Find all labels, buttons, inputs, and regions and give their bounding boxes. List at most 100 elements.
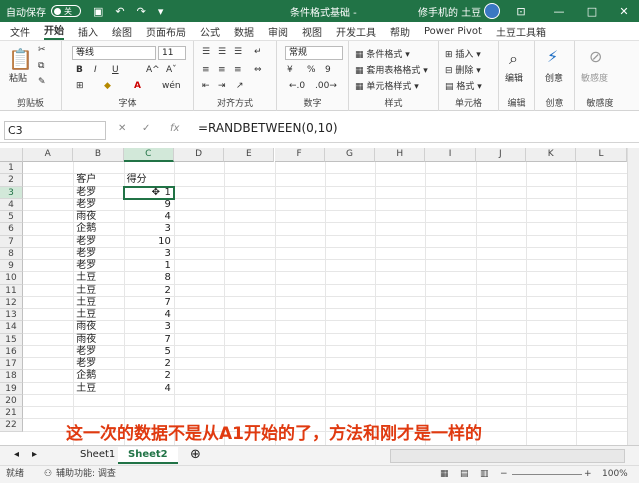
search-icon[interactable]: ⌕ <box>509 49 518 69</box>
orientation-icon[interactable]: ↗ <box>236 81 244 91</box>
tab-data[interactable]: 数据 <box>234 24 254 39</box>
name-box[interactable]: C3 <box>4 121 106 140</box>
score-cell[interactable]: 2 <box>124 285 171 297</box>
cancel-icon[interactable]: ✕ <box>118 123 126 134</box>
redo-icon[interactable]: ↷ <box>137 5 146 18</box>
currency-button[interactable]: ¥ <box>287 65 293 75</box>
align-top-icon[interactable]: ☰ <box>202 47 210 57</box>
page-break-view-icon[interactable]: ▥ <box>480 466 489 482</box>
wrap-text-icon[interactable]: ↵ <box>254 47 262 57</box>
row-header-16[interactable]: 16 <box>0 345 23 358</box>
increase-decimal-icon[interactable]: ←.0 <box>289 81 305 91</box>
zoom-slider[interactable] <box>512 474 582 475</box>
align-left-icon[interactable]: ≡ <box>202 65 210 75</box>
customer-cell[interactable]: 老罗 <box>76 236 96 248</box>
column-header-l[interactable]: L <box>576 148 627 162</box>
customer-cell[interactable]: 老罗 <box>76 260 96 272</box>
row-header-8[interactable]: 8 <box>0 247 23 260</box>
row-header-11[interactable]: 11 <box>0 284 23 297</box>
editing-button[interactable]: 编辑 <box>505 71 523 84</box>
underline-button[interactable]: U <box>112 65 119 75</box>
row-header-14[interactable]: 14 <box>0 321 23 334</box>
customer-cell[interactable]: 老罗 <box>76 199 96 211</box>
row-header-21[interactable]: 21 <box>0 407 23 420</box>
tab-file[interactable]: 文件 <box>10 24 30 39</box>
header-cell-customer[interactable]: 客户 <box>76 174 96 186</box>
paste-button[interactable]: 粘贴 <box>9 71 27 84</box>
row-header-13[interactable]: 13 <box>0 309 23 322</box>
row-header-15[interactable]: 15 <box>0 333 23 346</box>
percent-button[interactable]: % <box>307 65 316 75</box>
column-header-h[interactable]: H <box>375 148 426 162</box>
zoom-out-icon[interactable]: − <box>500 466 508 482</box>
phonetic-button[interactable]: wén <box>162 81 181 91</box>
column-header-a[interactable]: A <box>23 148 74 162</box>
font-size-select[interactable]: 11 <box>158 46 186 60</box>
customer-cell[interactable]: 企鹅 <box>76 370 96 382</box>
row-header-5[interactable]: 5 <box>0 211 23 224</box>
conditional-formatting-button[interactable]: ▦ 条件格式 ▾ <box>355 47 410 60</box>
format-cells-button[interactable]: ▤ 格式 ▾ <box>445 79 482 92</box>
lightning-icon[interactable]: ⚡ <box>547 47 558 66</box>
ribbon-display-icon[interactable]: ⊡ <box>507 0 535 22</box>
close-button[interactable]: ✕ <box>610 0 638 22</box>
undo-icon[interactable]: ↶ <box>115 5 124 18</box>
accessibility-status[interactable]: 辅助功能: 调查 <box>56 466 116 482</box>
add-sheet-button[interactable]: ⊕ <box>180 447 211 464</box>
score-cell[interactable]: 9 <box>124 199 171 211</box>
bold-button[interactable]: B <box>76 65 83 75</box>
score-cell[interactable]: 8 <box>124 272 171 284</box>
cut-icon[interactable]: ✂ <box>38 45 46 55</box>
customer-cell[interactable]: 老罗 <box>76 187 96 199</box>
grow-font-button[interactable]: A^ <box>146 65 160 75</box>
italic-button[interactable]: I <box>94 65 97 75</box>
score-cell[interactable]: 1 <box>124 260 171 272</box>
score-cell[interactable]: 7 <box>124 334 171 346</box>
tab-toolbox[interactable]: 土豆工具箱 <box>496 24 546 39</box>
score-cell[interactable]: 4 <box>124 383 171 395</box>
page-layout-view-icon[interactable]: ▤ <box>460 466 469 482</box>
customer-cell[interactable]: 土豆 <box>76 285 96 297</box>
customize-toolbar-icon[interactable]: ▾ <box>158 5 164 18</box>
tab-power-pivot[interactable]: Power Pivot <box>424 26 482 37</box>
customer-cell[interactable]: 雨夜 <box>76 321 96 333</box>
avatar[interactable] <box>484 3 500 19</box>
customer-cell[interactable]: 老罗 <box>76 346 96 358</box>
normal-view-icon[interactable]: ▦ <box>440 466 449 482</box>
row-header-17[interactable]: 17 <box>0 358 23 371</box>
tab-developer[interactable]: 开发工具 <box>336 24 376 39</box>
cell-styles-button[interactable]: ▦ 单元格样式 ▾ <box>355 79 419 92</box>
autosave-toggle[interactable]: 关 <box>51 5 81 17</box>
horizontal-scrollbar[interactable] <box>390 449 625 463</box>
number-format-select[interactable]: 常规 <box>285 46 343 60</box>
score-cell[interactable]: 3 <box>124 223 171 235</box>
row-header-6[interactable]: 6 <box>0 223 23 236</box>
merge-icon[interactable]: ⇔ <box>254 65 262 75</box>
column-header-f[interactable]: F <box>274 148 325 162</box>
column-header-j[interactable]: J <box>475 148 526 162</box>
zoom-in-icon[interactable]: + <box>584 466 592 482</box>
tab-home[interactable]: 开始 <box>44 22 64 40</box>
sheet-tab-1[interactable]: Sheet1 <box>70 447 125 464</box>
row-header-7[interactable]: 7 <box>0 235 23 248</box>
score-cell[interactable]: 4 <box>124 309 171 321</box>
borders-icon[interactable]: ⊞ <box>76 81 84 91</box>
spreadsheet-grid[interactable]: A B C D E F G H I J K L 1 2 3 4 5 6 7 8 9 10 11 12 13 14 15 16 17 18 1… <box>0 148 627 445</box>
delete-cells-button[interactable]: ⊟ 删除 ▾ <box>445 63 481 76</box>
decrease-decimal-icon[interactable]: .00→ <box>315 81 337 91</box>
tab-view[interactable]: 视图 <box>302 24 322 39</box>
row-header-10[interactable]: 10 <box>0 272 23 285</box>
tab-review[interactable]: 审阅 <box>268 24 288 39</box>
tab-draw[interactable]: 绘图 <box>112 24 132 39</box>
column-header-k[interactable]: K <box>526 148 577 162</box>
align-center-icon[interactable]: ≡ <box>218 65 226 75</box>
customer-cell[interactable]: 土豆 <box>76 309 96 321</box>
sensitivity-button[interactable]: 敏感度 <box>581 71 608 84</box>
fill-color-icon[interactable]: ◆ <box>104 81 111 91</box>
restore-button[interactable]: □ <box>578 0 606 22</box>
row-header-9[interactable]: 9 <box>0 260 23 273</box>
score-cell[interactable]: 10 <box>124 236 171 248</box>
row-header-12[interactable]: 12 <box>0 296 23 309</box>
zoom-level[interactable]: 100% <box>602 466 628 482</box>
customer-cell[interactable]: 老罗 <box>76 358 96 370</box>
